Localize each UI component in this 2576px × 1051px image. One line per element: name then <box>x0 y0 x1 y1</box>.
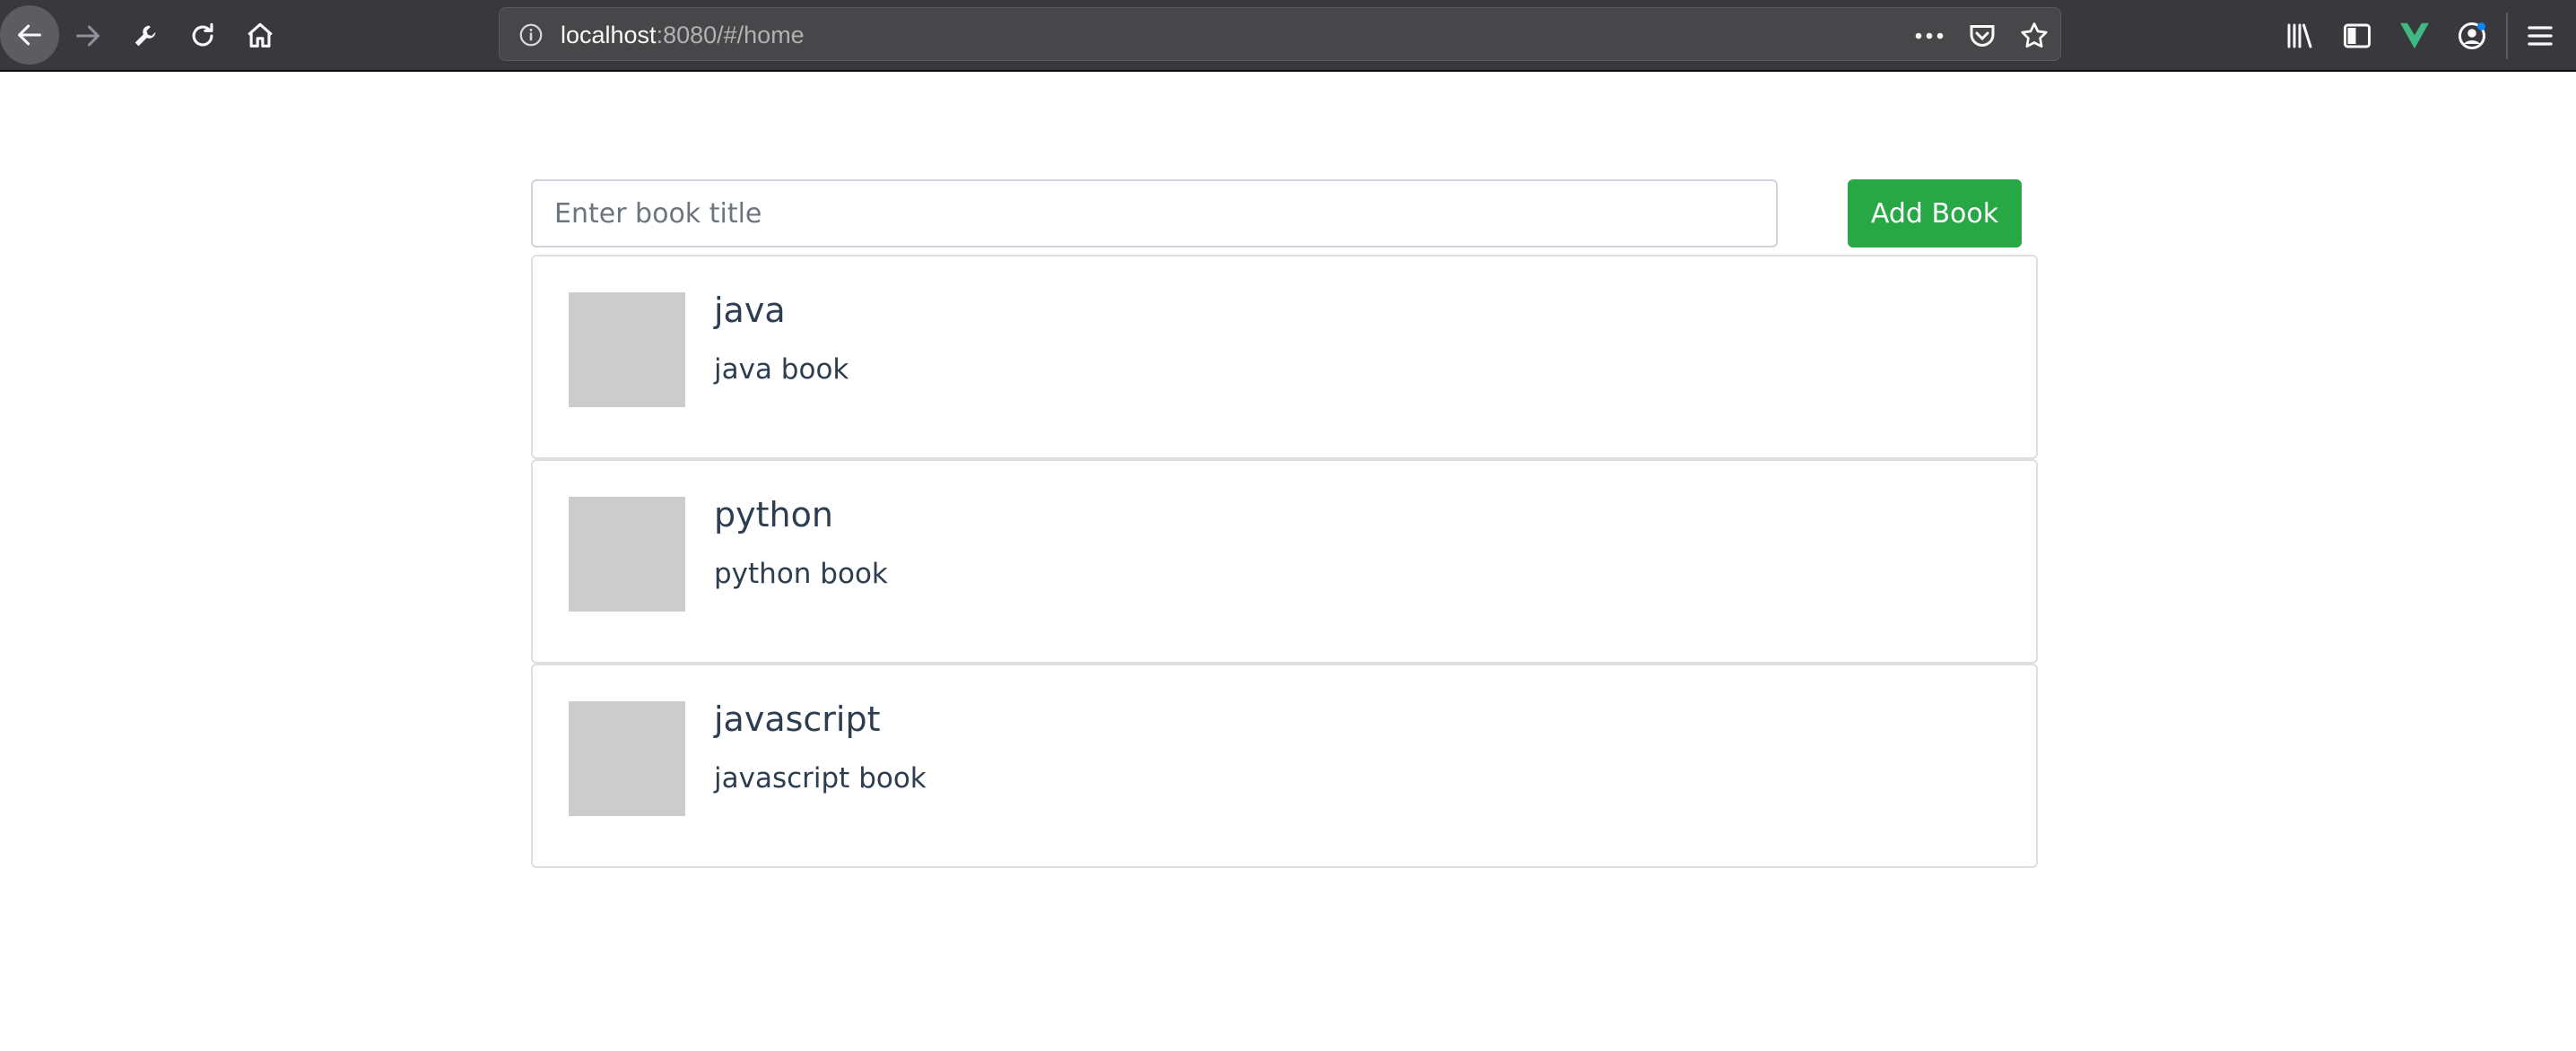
book-description: java book <box>714 353 849 386</box>
account-button[interactable] <box>2452 16 2492 56</box>
forward-arrow-icon <box>76 25 100 47</box>
page-content: Add Book java java book python python bo… <box>0 74 2576 1051</box>
forward-button[interactable] <box>59 7 117 65</box>
book-title: python <box>714 495 833 534</box>
home-icon <box>248 22 273 48</box>
tools-button[interactable] <box>117 7 174 65</box>
book-title: javascript <box>714 699 881 739</box>
book-thumbnail <box>569 292 685 407</box>
library-button[interactable] <box>2280 16 2319 56</box>
star-icon[interactable] <box>2018 20 2050 52</box>
address-bar[interactable]: localhost:8080/#/home <box>499 7 2061 61</box>
url-path: :8080/#/home <box>656 22 805 48</box>
back-arrow-icon <box>18 24 41 46</box>
sidebar-button[interactable] <box>2337 16 2377 56</box>
menu-button[interactable] <box>2520 16 2560 56</box>
sidebar-icon <box>2344 23 2371 48</box>
url-host: localhost <box>561 22 657 48</box>
url-text[interactable]: localhost:8080/#/home <box>561 8 805 62</box>
vue-devtools-button[interactable] <box>2395 16 2434 56</box>
home-button[interactable] <box>231 7 289 65</box>
reload-button[interactable] <box>174 7 231 65</box>
book-thumbnail <box>569 497 685 612</box>
reload-icon <box>192 22 213 47</box>
book-description: javascript book <box>714 762 927 795</box>
browser-toolbar: localhost:8080/#/home <box>0 0 2576 72</box>
book-card-java[interactable]: java java book <box>531 255 2038 459</box>
info-icon[interactable] <box>518 22 544 48</box>
more-dots-icon[interactable] <box>1913 20 1945 52</box>
book-card-python[interactable]: python python book <box>531 459 2038 664</box>
account-icon <box>2459 22 2485 49</box>
vue-devtools-icon <box>2400 22 2429 49</box>
add-book-button[interactable]: Add Book <box>1848 179 2022 248</box>
back-button[interactable] <box>0 5 59 65</box>
book-list: java java book python python book javasc… <box>531 255 2038 868</box>
book-title: java <box>714 291 786 330</box>
book-card-javascript[interactable]: javascript javascript book <box>531 664 2038 868</box>
wrench-icon <box>135 25 156 47</box>
hamburger-menu-icon <box>2528 26 2553 46</box>
pocket-icon[interactable] <box>1966 20 1998 52</box>
book-thumbnail <box>569 701 685 816</box>
book-description: python book <box>714 558 888 590</box>
book-title-input[interactable] <box>531 179 1778 248</box>
library-icon <box>2287 23 2312 48</box>
toolbar-separator <box>2506 13 2508 59</box>
